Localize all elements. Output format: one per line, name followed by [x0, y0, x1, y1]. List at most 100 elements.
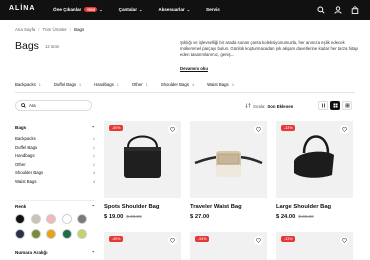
chip-label: Duffel Bags: [53, 82, 77, 87]
chip-waist-bags[interactable]: Waist Bags 4: [207, 82, 234, 87]
chevron-up-icon: ⌃: [91, 250, 95, 255]
bag-icon[interactable]: [350, 5, 360, 15]
heart-icon[interactable]: [340, 236, 349, 245]
heart-icon[interactable]: [168, 125, 177, 134]
nav-label: Aksesuarlar: [158, 7, 185, 12]
chip-other[interactable]: Other 1: [132, 82, 148, 87]
search-icon[interactable]: [316, 5, 326, 15]
divider: [15, 92, 355, 93]
discount-badge: -33%: [281, 236, 296, 242]
product-name[interactable]: Large Shoulder Bag: [276, 204, 331, 210]
chip-label: Backpacks: [15, 82, 36, 87]
header-icons: [309, 5, 360, 15]
color-swatch[interactable]: [30, 229, 41, 239]
color-swatch[interactable]: [30, 214, 41, 224]
discount-badge: -33%: [281, 125, 296, 131]
chip-shoulder-bags[interactable]: Shoulder Bags 4: [161, 82, 194, 87]
chip-label: Waist Bags: [207, 82, 229, 87]
discount-badge: -54%: [195, 236, 210, 242]
chip-label: Other: [131, 82, 143, 87]
old-price: $ 36.00: [298, 214, 314, 219]
color-swatches: [15, 214, 90, 239]
chip-label: Shoulder Bags: [160, 82, 189, 87]
product-name[interactable]: Traveler Waist Bag: [190, 204, 242, 210]
chevron-up-icon: ⌃: [91, 204, 95, 209]
filter-item-backpacks[interactable]: Backpacks 1: [15, 135, 95, 144]
product-image[interactable]: -50%: [104, 232, 181, 260]
chevron-down-icon: ⌄: [186, 7, 191, 12]
current-price: $ 24.00: [276, 214, 296, 220]
breadcrumb: Ana Sayfa / Tüm Ürünler / Bags: [15, 27, 84, 32]
chevron-down-icon: ⌄: [139, 7, 143, 12]
filter-label: Shoulder Bags: [15, 170, 44, 176]
search-input[interactable]: Ara: [15, 100, 92, 111]
nav-item-service[interactable]: Servis: [206, 7, 220, 12]
view-grid-3-button[interactable]: [330, 101, 340, 110]
filter-item-handbags[interactable]: Handbags 1: [15, 152, 95, 161]
filter-category-heading[interactable]: Bags ⌃: [15, 125, 95, 130]
color-swatch[interactable]: [77, 229, 87, 239]
product-name[interactable]: Spots Shoulder Bag: [104, 204, 159, 210]
chip-backpacks[interactable]: Backpacks 1: [15, 82, 41, 87]
filter-item-other[interactable]: Other 1: [15, 161, 95, 170]
filter-item-shoulder-bags[interactable]: Shoulder Bags 4: [15, 169, 95, 178]
filter-size-heading[interactable]: Numara Aralığı ⌃: [15, 250, 95, 255]
color-swatch[interactable]: [15, 214, 25, 224]
sort-dropdown[interactable]: Sırala: Son Eklenen: [245, 103, 293, 109]
category-filter-list: Backpacks 1 Duffel Bags 1 Handbags 1 Other 1…: [15, 135, 95, 187]
heart-icon[interactable]: [254, 236, 263, 245]
discount-badge: -50%: [109, 236, 124, 242]
current-price: $ 27.00: [190, 214, 210, 220]
category-description: Şıklığı ve işlevselliği bir arada sunan …: [180, 40, 358, 57]
product-price: $ 19.00 $ 38.00: [104, 214, 142, 220]
filter-count: 4: [92, 171, 95, 176]
nav-label: Servis: [206, 7, 220, 12]
filter-color-heading[interactable]: Renk ⌃: [15, 204, 95, 209]
color-swatch[interactable]: [46, 229, 56, 239]
breadcrumb-all-products[interactable]: Tüm Ürünler: [43, 27, 67, 32]
sort-icon: [245, 103, 251, 109]
filter-heading-label: Numara Aralığı: [15, 250, 48, 255]
color-swatch[interactable]: [77, 214, 87, 224]
view-grid-4-button[interactable]: [342, 101, 352, 110]
chevron-down-icon: ⌄: [99, 7, 103, 12]
top-navigation-bar: ALİNA Öne Çıkanlar YENİ ⌄ Çantalar ⌄ Aks…: [0, 0, 370, 20]
color-swatch[interactable]: [61, 229, 72, 239]
chip-count: 4: [191, 82, 195, 87]
filter-label: Backpacks: [15, 136, 36, 141]
breadcrumb-home[interactable]: Ana Sayfa: [15, 27, 35, 32]
product-image[interactable]: -50%: [104, 121, 181, 198]
heart-icon[interactable]: [340, 125, 349, 134]
read-more-link[interactable]: Devamını oku: [180, 66, 208, 71]
nav-label: Çantalar: [118, 7, 138, 12]
chip-handbags[interactable]: Handbags 1: [94, 82, 119, 87]
search-value: Ara: [29, 103, 36, 108]
filter-heading-label: Bags: [15, 125, 27, 130]
user-icon[interactable]: [333, 5, 343, 15]
product-image[interactable]: -33%: [276, 232, 353, 260]
filter-item-waist-bags[interactable]: Waist Bags 4: [15, 178, 95, 187]
item-count: 12 ürün: [45, 44, 60, 49]
product-price: $ 24.00 $ 36.00: [276, 214, 314, 220]
heart-icon[interactable]: [168, 236, 177, 245]
filter-item-duffel-bags[interactable]: Duffel Bags 1: [15, 144, 95, 153]
product-image[interactable]: [190, 121, 267, 198]
nav-item-accessories[interactable]: Aksesuarlar ⌄: [158, 7, 190, 12]
brand-logo[interactable]: ALİNA: [9, 5, 35, 12]
view-list-button[interactable]: [318, 101, 328, 110]
color-swatch[interactable]: [15, 229, 25, 239]
color-swatch[interactable]: [46, 214, 56, 224]
chip-duffel-bags[interactable]: Duffel Bags 1: [54, 82, 81, 87]
color-swatch[interactable]: [61, 214, 72, 224]
sort-label: Sırala:: [253, 103, 266, 109]
chip-count: 1: [116, 82, 119, 87]
heart-icon[interactable]: [254, 125, 263, 134]
filter-label: Duffel Bags: [15, 144, 38, 150]
divider: [15, 200, 95, 201]
product-image[interactable]: -33%: [276, 121, 353, 198]
nav-item-featured[interactable]: Öne Çıkanlar YENİ ⌄: [53, 7, 103, 12]
nav-item-bags[interactable]: Çantalar ⌄: [119, 7, 143, 12]
product-image[interactable]: -54%: [190, 232, 267, 260]
filter-count: 1: [92, 162, 95, 167]
filter-count: 1: [92, 145, 95, 150]
